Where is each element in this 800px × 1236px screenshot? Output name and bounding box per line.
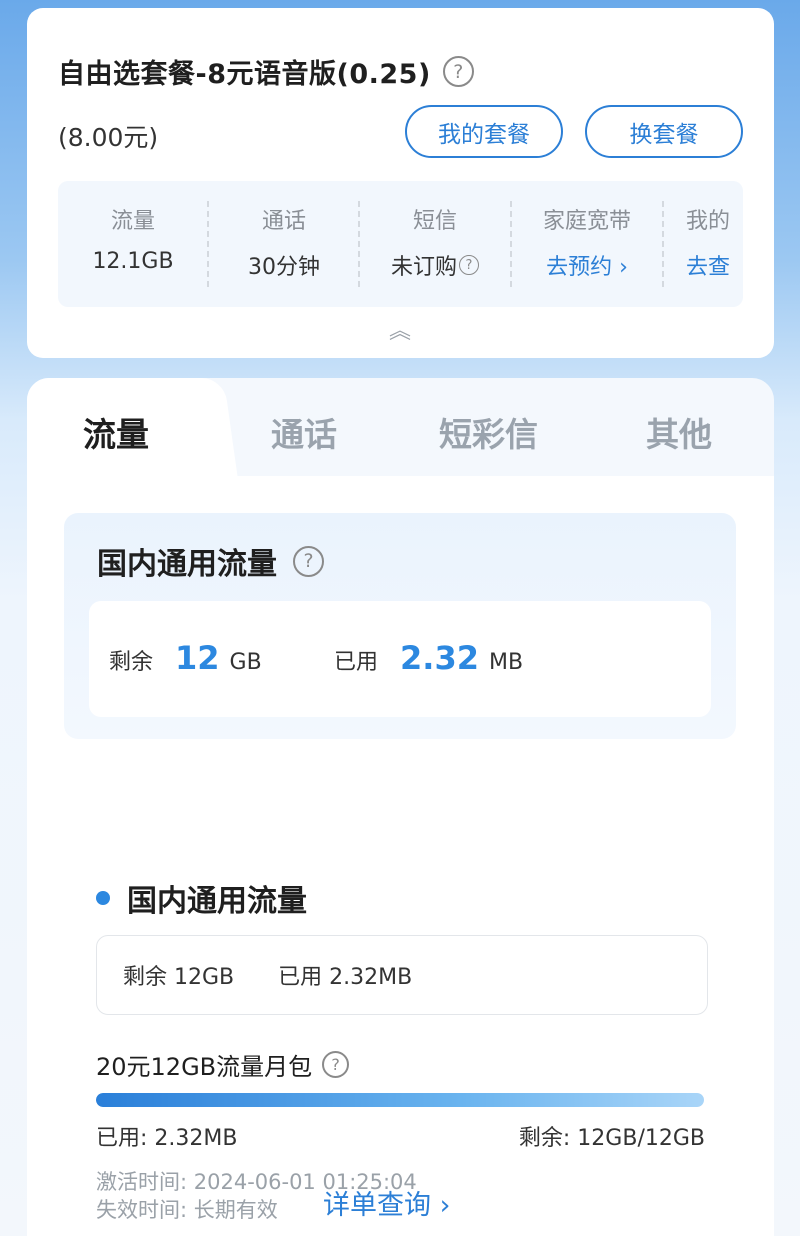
tab-sms[interactable]: 短彩信: [439, 408, 538, 456]
stat-label: 通话: [261, 209, 306, 234]
plan-price: (8.00元): [58, 123, 159, 152]
plan-card: 自由选套餐-8元语音版(0.25) ? (8.00元) 我的套餐 换套餐 流量 …: [27, 8, 774, 358]
tab-data[interactable]: 流量: [83, 408, 149, 456]
plan-stats: 流量 12.1GB 通话 30分钟 短信 未订购 ? 家庭宽带 去预约 › 我的…: [58, 181, 743, 307]
section-head: 国内通用流量: [96, 876, 307, 920]
summary-title: 国内通用流量: [97, 547, 277, 582]
stat-broadband[interactable]: 家庭宽带 去预约 ›: [512, 181, 662, 307]
package-used: 已用: 2.32MB: [96, 1126, 238, 1151]
expiry-time: 失效时间: 长期有效: [96, 1198, 278, 1222]
detail-query-link[interactable]: 详单查询 ›: [323, 1183, 450, 1222]
summary-title-row: 国内通用流量 ?: [97, 539, 324, 583]
question-circle-icon[interactable]: ?: [442, 56, 474, 87]
broadband-reserve-link[interactable]: 去预约 ›: [546, 249, 628, 281]
package-progress-fill: [96, 1093, 704, 1107]
stat-mine[interactable]: 我的 去查: [664, 181, 743, 307]
used-label: 已用: [334, 650, 379, 675]
stat-value: 未订购 ?: [391, 249, 479, 281]
package-row: 20元12GB流量月包 ?: [96, 1047, 350, 1082]
package-remain: 剩余: 12GB/12GB: [518, 1126, 705, 1151]
stat-label: 我的: [686, 209, 731, 234]
plan-title: 自由选套餐-8元语音版(0.25): [58, 59, 431, 90]
stat-value: 12.1GB: [92, 249, 174, 274]
stat-value-text: 未订购: [390, 255, 457, 280]
plan-title-row: 自由选套餐-8元语音版(0.25) ?: [58, 52, 474, 91]
stat-sms: 短信 未订购 ?: [360, 181, 510, 307]
section-detail: 剩余 12GB 已用 2.32MB: [96, 935, 708, 1015]
stat-data: 流量 12.1GB: [58, 181, 208, 307]
question-circle-icon[interactable]: ?: [459, 255, 479, 275]
usage-panel: 流量 通话 短彩信 其他 国内通用流量 ? 剩余 12 GB 已用 2.32 M…: [27, 378, 774, 1236]
section-remain: 剩余 12GB: [123, 965, 235, 990]
remain-summary: 剩余 12 GB: [109, 639, 262, 677]
switch-plan-button[interactable]: 换套餐: [585, 105, 743, 158]
bullet-dot-icon: [96, 891, 110, 905]
question-circle-icon[interactable]: ?: [322, 1051, 350, 1078]
remain-value: 12: [175, 639, 220, 677]
tab-other[interactable]: 其他: [646, 408, 712, 456]
tab-bar: 流量 通话 短彩信 其他: [27, 378, 774, 482]
panel-body: 国内通用流量 ? 剩余 12 GB 已用 2.32 MB 国内通用流量 剩余 1…: [27, 476, 774, 1236]
stat-call: 通话 30分钟: [209, 181, 359, 307]
package-progress-bar: [96, 1093, 704, 1107]
stat-value: 30分钟: [248, 255, 320, 280]
my-plan-button[interactable]: 我的套餐: [405, 105, 563, 158]
used-value: 2.32: [400, 639, 479, 677]
summary-values: 剩余 12 GB 已用 2.32 MB: [89, 601, 711, 717]
section-used: 已用 2.32MB: [278, 965, 413, 990]
section-title: 国内通用流量: [127, 884, 307, 919]
stat-label: 流量: [110, 209, 155, 234]
used-summary: 已用 2.32 MB: [334, 639, 523, 677]
summary-card: 国内通用流量 ? 剩余 12 GB 已用 2.32 MB: [64, 513, 736, 739]
package-name: 20元12GB流量月包: [96, 1053, 313, 1081]
question-circle-icon[interactable]: ?: [293, 545, 324, 577]
stat-label: 家庭宽带: [542, 209, 631, 234]
remain-unit: GB: [229, 650, 262, 675]
double-chevron-up-icon[interactable]: ︽: [383, 320, 417, 344]
stat-label: 短信: [412, 209, 457, 234]
used-unit: MB: [488, 650, 524, 675]
tab-call[interactable]: 通话: [271, 408, 337, 456]
mine-query-link[interactable]: 去查: [686, 249, 730, 281]
remain-label: 剩余: [109, 650, 154, 675]
